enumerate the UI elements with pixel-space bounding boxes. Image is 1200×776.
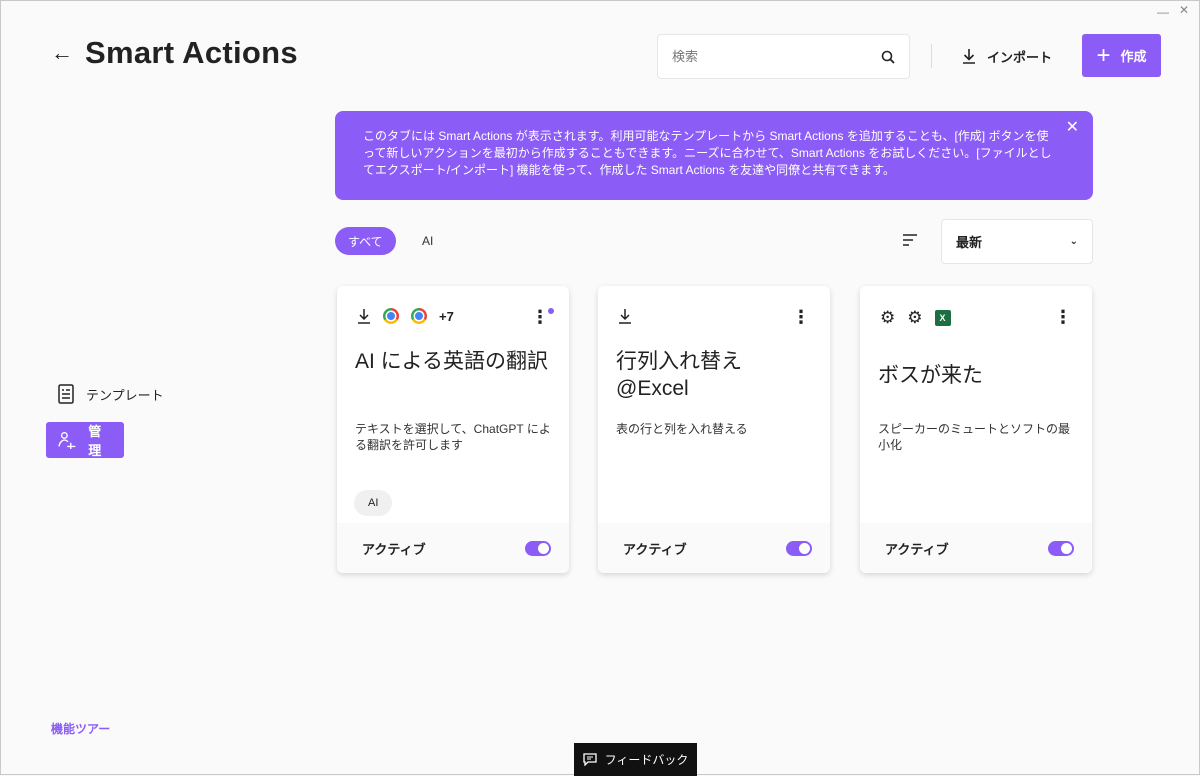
status-label: アクティブ <box>623 541 687 557</box>
import-label: インポート <box>987 49 1053 65</box>
status-label: アクティブ <box>362 541 426 557</box>
card-app-icons: ⚙ ⚙ X <box>880 308 951 328</box>
sort-select[interactable]: 最新 ⌄ <box>941 219 1093 264</box>
gear-icon: ⚙ <box>880 308 896 327</box>
download-icon <box>619 309 631 324</box>
card-title: AI による英語の翻訳 <box>355 350 549 373</box>
more-options-icon[interactable]: ⋮ <box>1054 308 1072 326</box>
card-app-icons: +7 <box>357 308 454 324</box>
minimize-button[interactable]: — <box>1157 5 1169 19</box>
card-title: 行列入れ替え@Excel <box>616 350 742 400</box>
card-description: 表の行と列を入れ替える <box>616 422 748 436</box>
divider <box>931 44 932 68</box>
create-label: 作成 <box>1120 49 1147 64</box>
gear-icon: ⚙ <box>907 308 923 327</box>
sidebar-item-templates[interactable]: テンプレート <box>46 376 176 412</box>
status-label: アクティブ <box>885 541 949 557</box>
card-footer: アクティブ <box>598 523 830 573</box>
search-icon[interactable] <box>881 50 895 64</box>
close-banner-icon[interactable]: ✕ <box>1066 119 1079 136</box>
plus-icon: + <box>1096 41 1111 69</box>
action-card[interactable]: ⋮ 行列入れ替え@Excel 表の行と列を入れ替える アクティブ <box>598 286 830 573</box>
template-icon <box>58 384 74 404</box>
sidebar-item-label: テンプレート <box>86 387 164 403</box>
active-toggle[interactable] <box>1048 540 1074 556</box>
banner-text: このタブには Smart Actions が表示されます。利用可能なテンプレート… <box>363 129 1052 177</box>
active-toggle[interactable] <box>786 540 812 556</box>
filter-all[interactable]: すべて <box>335 227 396 255</box>
excel-icon: X <box>934 310 951 326</box>
more-options-icon[interactable]: ⋮ <box>531 308 549 326</box>
more-options-icon[interactable]: ⋮ <box>792 308 810 326</box>
close-window-button[interactable]: ✕ <box>1179 3 1189 17</box>
feedback-label: フィードバック <box>604 753 689 767</box>
card-footer: アクティブ <box>337 523 569 573</box>
download-icon <box>963 49 975 64</box>
card-description: スピーカーのミュートとソフトの最小化 <box>878 422 1071 452</box>
action-card[interactable]: ⚙ ⚙ X ⋮ ボスが来た スピーカーのミュートとソフトの最小化 アクティブ <box>860 286 1092 573</box>
card-description: テキストを選択して、ChatGPT による翻訳を許可します <box>355 422 551 452</box>
card-footer: アクティブ <box>860 523 1092 573</box>
feedback-button[interactable]: フィードバック <box>574 743 697 776</box>
sidebar-item-label: 管理 <box>88 424 102 458</box>
feature-tour-link[interactable]: 機能ツアー <box>51 720 110 737</box>
search-box[interactable] <box>657 34 910 79</box>
page-header: ← Smart Actions <box>51 35 298 71</box>
chrome-icon <box>411 308 427 324</box>
feedback-icon <box>582 753 597 766</box>
sort-icon[interactable] <box>902 233 918 247</box>
manage-icon <box>58 432 76 449</box>
download-icon <box>358 309 370 324</box>
import-button[interactable]: インポート <box>961 41 1052 71</box>
filter-ai[interactable]: AI <box>409 227 446 255</box>
chevron-down-icon: ⌄ <box>1069 236 1078 247</box>
active-toggle[interactable] <box>525 540 551 556</box>
back-arrow-icon[interactable]: ← <box>51 40 73 66</box>
search-input[interactable] <box>672 49 881 64</box>
chrome-icon <box>383 308 399 324</box>
card-app-icons <box>618 308 632 324</box>
page-title: Smart Actions <box>85 35 298 70</box>
card-title: ボスが来た <box>878 364 983 387</box>
action-card[interactable]: +7 ⋮ AI による英語の翻訳 テキストを選択して、ChatGPT による翻訳… <box>337 286 569 573</box>
new-indicator <box>548 308 554 314</box>
sidebar-item-manage[interactable]: 管理 <box>46 422 124 458</box>
card-tag: AI <box>354 490 393 516</box>
sort-value: 最新 <box>956 235 983 250</box>
more-apps-count: +7 <box>439 308 454 324</box>
create-button[interactable]: + 作成 <box>1082 34 1161 77</box>
info-banner: このタブには Smart Actions が表示されます。利用可能なテンプレート… <box>335 111 1093 200</box>
